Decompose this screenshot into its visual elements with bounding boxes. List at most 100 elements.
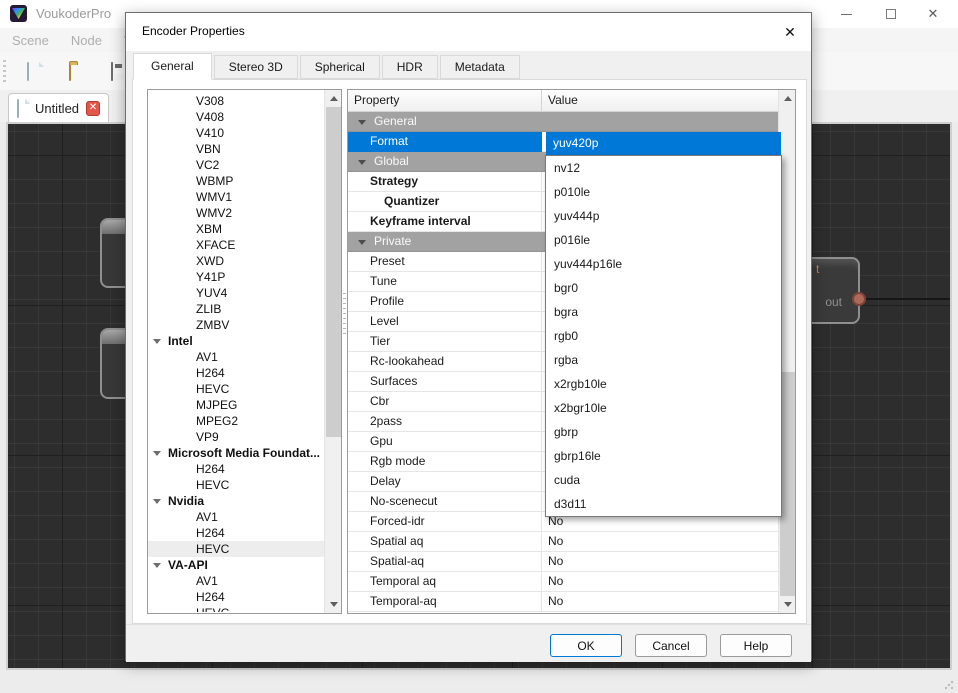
dropdown-option[interactable]: yuv444p16le	[546, 252, 781, 276]
menu-item[interactable]: Node	[71, 33, 102, 48]
encoder-list-item[interactable]: HEVC	[148, 605, 324, 612]
encoder-list-item[interactable]: VC2	[148, 157, 324, 173]
scroll-up-icon[interactable]	[779, 90, 796, 107]
new-file-icon[interactable]	[27, 63, 43, 80]
toolbar-grip[interactable]	[3, 60, 6, 82]
format-dropdown-list: nv12p010leyuv444pp016leyuv444p16lebgr0bg…	[545, 155, 782, 517]
tab-close-icon[interactable]: ✕	[86, 101, 100, 116]
dialog-button[interactable]: Cancel	[635, 634, 707, 657]
dropdown-option[interactable]: p010le	[546, 180, 781, 204]
menu-item[interactable]: Scene	[12, 33, 49, 48]
property-value[interactable]: No	[542, 552, 778, 572]
close-window-button[interactable]: ✕	[916, 0, 950, 28]
encoder-list-item[interactable]: VBN	[148, 141, 324, 157]
encoder-list-item[interactable]: Microsoft Media Foundat...	[148, 445, 324, 461]
dropdown-option[interactable]: x2bgr10le	[546, 396, 781, 420]
encoder-list-item[interactable]: H264	[148, 589, 324, 605]
encoder-list: V308V408V410VBNVC2WBMPWMV1WMV2XBMXFACEXW…	[147, 89, 342, 614]
encoder-list-rows: V308V408V410VBNVC2WBMPWMV1WMV2XBMXFACEXW…	[148, 91, 324, 612]
minimize-button[interactable]	[829, 0, 863, 28]
encoder-list-item[interactable]: WBMP	[148, 173, 324, 189]
scroll-thumb[interactable]	[780, 372, 795, 596]
encoder-list-item[interactable]: HEVC	[148, 477, 324, 493]
format-combobox-selected[interactable]: yuv420p	[546, 132, 781, 155]
encoder-list-item[interactable]: H264	[148, 461, 324, 477]
dropdown-option[interactable]: p016le	[546, 228, 781, 252]
table-header: Property Value	[348, 90, 778, 112]
encoder-list-item[interactable]: AV1	[148, 349, 324, 365]
dropdown-option[interactable]: nv12	[546, 156, 781, 180]
encoder-list-item[interactable]: AV1	[148, 509, 324, 525]
property-value[interactable]: No	[542, 572, 778, 592]
dropdown-option[interactable]: rgb0	[546, 324, 781, 348]
encoder-list-item[interactable]: V308	[148, 93, 324, 109]
resize-grip[interactable]	[944, 680, 954, 690]
encoder-list-item[interactable]: WMV2	[148, 205, 324, 221]
dropdown-option[interactable]: bgra	[546, 300, 781, 324]
dialog-tab[interactable]: Spherical	[300, 55, 380, 79]
property-row[interactable]: Temporal-aq No	[348, 592, 778, 612]
dropdown-option[interactable]: bgr0	[546, 276, 781, 300]
encoder-list-item[interactable]: H264	[148, 525, 324, 541]
encoder-list-item[interactable]: VP9	[148, 429, 324, 445]
dropdown-option[interactable]: d3d11	[546, 492, 781, 516]
encoder-list-item[interactable]: ZMBV	[148, 317, 324, 333]
encoder-list-item[interactable]: YUV4	[148, 285, 324, 301]
dialog-close-icon[interactable]: ✕	[779, 21, 801, 43]
encoder-list-scrollbar[interactable]	[324, 90, 341, 613]
dropdown-option[interactable]: gbrp16le	[546, 444, 781, 468]
document-tab[interactable]: Untitled ✕	[8, 93, 109, 122]
dropdown-option[interactable]: yuv444p	[546, 204, 781, 228]
encoder-list-item[interactable]: XWD	[148, 253, 324, 269]
open-folder-icon[interactable]	[69, 63, 85, 80]
dropdown-option[interactable]: gbrp	[546, 420, 781, 444]
property-name: No-scenecut	[348, 492, 542, 512]
splitter-handle[interactable]	[343, 293, 346, 335]
encoder-list-item[interactable]: H264	[148, 365, 324, 381]
encoder-list-item[interactable]: AV1	[148, 573, 324, 589]
encoder-list-item[interactable]: ZLIB	[148, 301, 324, 317]
encoder-list-item[interactable]: Y41P	[148, 269, 324, 285]
dropdown-option[interactable]: x2rgb10le	[546, 372, 781, 396]
encoder-list-item[interactable]: HEVC	[148, 381, 324, 397]
dialog-footer: OK Cancel Help	[126, 624, 811, 662]
property-row[interactable]: Spatial aq No	[348, 532, 778, 552]
encoder-list-item[interactable]: MPEG2	[148, 413, 324, 429]
dialog-tab[interactable]: General	[133, 53, 212, 80]
dialog-tab[interactable]: HDR	[382, 55, 438, 79]
property-value[interactable]: No	[542, 532, 778, 552]
connection-wire	[856, 298, 952, 300]
node-output-label: out	[825, 295, 842, 309]
encoder-list-item[interactable]: V408	[148, 109, 324, 125]
scroll-down-icon[interactable]	[325, 596, 342, 613]
dropdown-option[interactable]: cuda	[546, 468, 781, 492]
dialog-tab[interactable]: Stereo 3D	[214, 55, 298, 79]
dialog-button[interactable]: Help	[720, 634, 792, 657]
encoder-list-item[interactable]: XFACE	[148, 237, 324, 253]
scroll-down-icon[interactable]	[779, 596, 796, 613]
encoder-list-item[interactable]: Intel	[148, 333, 324, 349]
scroll-up-icon[interactable]	[325, 90, 342, 107]
encoder-list-item[interactable]: WMV1	[148, 189, 324, 205]
maximize-button[interactable]	[874, 0, 908, 28]
property-row[interactable]: General	[348, 112, 778, 132]
property-column-header[interactable]: Property	[348, 90, 542, 111]
property-row[interactable]: Spatial-aq No	[348, 552, 778, 572]
dialog-button[interactable]: OK	[550, 634, 622, 657]
encoder-list-item[interactable]: HEVC	[148, 541, 324, 557]
property-name: Rc-lookahead	[348, 352, 542, 372]
dropdown-option[interactable]: rgba	[546, 348, 781, 372]
encoder-list-item[interactable]: Nvidia	[148, 493, 324, 509]
dialog-tab[interactable]: Metadata	[440, 55, 520, 79]
node-output-port[interactable]	[852, 292, 866, 306]
value-column-header[interactable]: Value	[542, 90, 778, 111]
encoder-list-item[interactable]: MJPEG	[148, 397, 324, 413]
property-row[interactable]: Temporal aq No	[348, 572, 778, 592]
encoder-list-item[interactable]: V410	[148, 125, 324, 141]
property-name: 2pass	[348, 412, 542, 432]
encoder-list-item[interactable]: XBM	[148, 221, 324, 237]
property-value[interactable]: No	[542, 592, 778, 612]
node-title-fragment: t	[816, 262, 819, 276]
encoder-list-item[interactable]: VA-API	[148, 557, 324, 573]
scroll-thumb[interactable]	[326, 107, 341, 437]
